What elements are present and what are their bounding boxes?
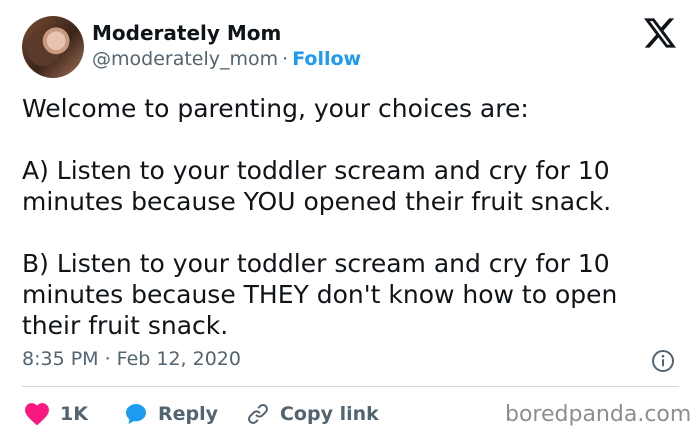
reply-button[interactable]: Reply [124,402,218,426]
reply-icon [125,404,146,424]
like-button[interactable]: 1K [24,402,88,426]
divider [22,386,679,387]
author-name[interactable]: Moderately Mom [92,21,281,45]
author-handle[interactable]: @moderately_mom [92,48,278,70]
tweet-line: A) Listen to your toddler scream and cry… [22,156,610,185]
like-count: 1K [60,403,88,425]
copy-link-button[interactable]: Copy link [246,402,379,426]
link-icon [248,404,268,424]
tweet-line: their fruit snack. [22,311,229,340]
info-icon[interactable] [651,349,675,373]
tweet-line: minutes because YOU opened their fruit s… [22,187,612,216]
heart-icon [25,403,49,426]
avatar[interactable] [22,16,84,78]
watermark: boredpanda.com [505,402,692,427]
tweet-line: B) Listen to your toddler scream and cry… [22,249,610,278]
tweet-text: Welcome to parenting, your choices are: … [22,93,682,341]
reply-label: Reply [157,403,218,425]
x-logo-icon[interactable] [644,18,676,48]
separator: · [282,48,289,70]
tweet-line: minutes because THEY don't know how to o… [22,280,618,309]
author-handle-row: @moderately_mom · Follow [92,48,361,70]
action-bar: 1K Reply Copy link [24,400,379,428]
timestamp[interactable]: 8:35 PM · Feb 12, 2020 [22,348,241,370]
copy-link-label: Copy link [279,403,379,425]
tweet-line: Welcome to parenting, your choices are: [22,94,529,123]
follow-button[interactable]: Follow [292,48,361,70]
